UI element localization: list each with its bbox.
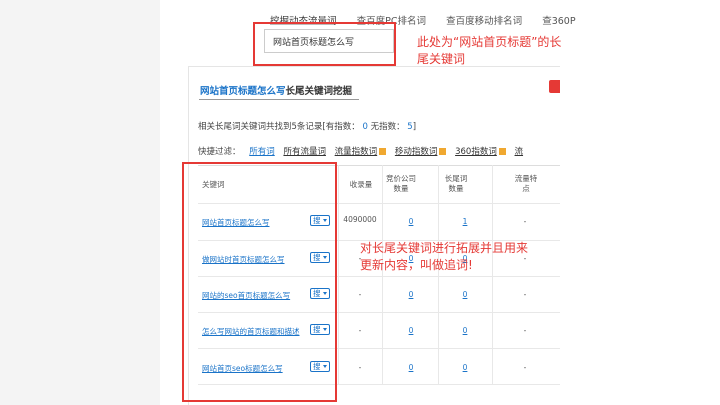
left-gutter [0, 0, 160, 405]
help-icon[interactable] [498, 148, 506, 155]
traffic-cell: - [523, 363, 527, 372]
annotation-box-search [253, 22, 396, 66]
filter-traffic-index-words[interactable]: 流量指数词 [335, 147, 378, 157]
header-longtail[interactable]: 长尾词数量 [444, 174, 468, 194]
filter-label: 快捷过滤： [198, 147, 241, 157]
panel-title-keyword: 网站首页标题怎么写 [200, 86, 286, 97]
panel-title: 网站首页标题怎么写长尾关键词挖掘 [200, 83, 352, 97]
bid-count-link[interactable]: 0 [396, 326, 426, 335]
nav-360-rank[interactable]: 查360P [542, 13, 575, 27]
traffic-cell: - [523, 326, 527, 335]
filter-mobile-index-words[interactable]: 移动指数词 [395, 147, 438, 157]
column-separator [492, 165, 493, 385]
traffic-cell: - [523, 290, 527, 299]
top-nav: 挖掘动态流量词 查百度PC排名词 查百度移动排名词 查360P [270, 9, 591, 27]
longtail-count-link[interactable]: 0 [450, 326, 480, 335]
summary-index-count: 0 [362, 122, 368, 132]
annotation-table-note: 对长尾关键词进行拓展并且用来更新内容，叫做追词! [360, 241, 529, 272]
nav-baidu-mobile-rank[interactable]: 查百度移动排名词 [446, 13, 522, 27]
volume-cell: - [358, 363, 362, 372]
summary-prefix: 相关长尾词关键词共找到5条记录[有指数： [198, 122, 360, 132]
bid-count-link[interactable]: 0 [396, 290, 426, 299]
panel-title-suffix: 长尾关键词挖掘 [285, 86, 353, 97]
volume-cell: - [358, 290, 362, 299]
help-icon[interactable] [439, 148, 447, 155]
bid-count-link[interactable]: 0 [396, 363, 426, 372]
longtail-count-link[interactable]: 0 [450, 290, 480, 299]
traffic-cell: - [523, 217, 527, 226]
result-summary: 相关长尾词关键词共找到5条记录[有指数： 0 无指数： 5] [198, 120, 416, 132]
annotation-box-keyword-column [182, 162, 337, 402]
filter-360-index-words[interactable]: 360指数词 [455, 147, 497, 157]
summary-suffix: ] [412, 122, 417, 132]
header-bid-companies[interactable]: 竞价公司数量 [386, 174, 416, 194]
quick-filter-bar: 快捷过滤： 所有词 所有流量词 流量指数词 移动指数词 360指数词 流 [198, 145, 523, 157]
panel-title-underline [199, 99, 359, 100]
volume-cell: 4090000 [343, 215, 377, 224]
filter-all-words[interactable]: 所有词 [249, 147, 275, 157]
longtail-count-link[interactable]: 0 [450, 363, 480, 372]
summary-mid: 无指数： [370, 122, 405, 132]
corner-badge[interactable] [549, 80, 560, 93]
longtail-count-link[interactable]: 1 [450, 217, 480, 226]
bid-count-link[interactable]: 0 [396, 217, 426, 226]
filter-traffic-words[interactable]: 所有流量词 [283, 147, 326, 157]
column-separator [338, 165, 339, 385]
header-volume[interactable]: 收录量 [342, 180, 380, 190]
volume-cell: - [358, 326, 362, 335]
help-icon[interactable] [379, 148, 387, 155]
filter-more[interactable]: 流 [515, 147, 524, 157]
column-separator [382, 165, 383, 385]
column-separator [438, 165, 439, 385]
annotation-search-note: 此处为“网站首页标题”的长尾关键词 [417, 35, 562, 66]
header-traffic: 流量特点 [514, 174, 538, 193]
